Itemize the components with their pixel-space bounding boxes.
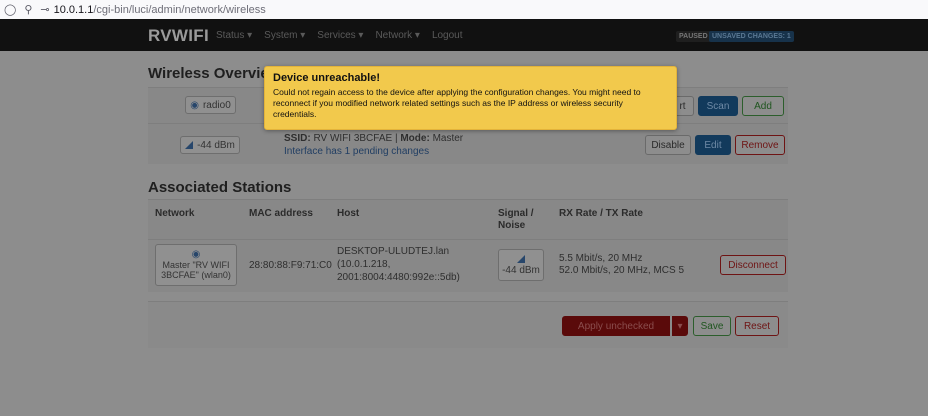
- save-button[interactable]: Save: [693, 316, 731, 336]
- brand-logo[interactable]: RVWIFI: [148, 26, 209, 46]
- top-navbar: RVWIFI Status ▾ System ▾ Services ▾ Netw…: [0, 19, 928, 51]
- associated-stations-title: Associated Stations: [148, 179, 292, 196]
- alert-title: Device unreachable!: [273, 72, 380, 84]
- apply-unchecked-button[interactable]: Apply unchecked: [562, 316, 670, 336]
- wifi-icon: ◉: [190, 99, 199, 111]
- tx-rate: 52.0 Mbit/s, 20 MHz, MCS 5: [559, 265, 685, 276]
- radio-chip: ◉ radio0: [185, 96, 236, 114]
- host-line-3: 2001:8004:4480:992e::5db): [337, 272, 460, 283]
- apply-dropdown-toggle[interactable]: ▾: [672, 316, 688, 336]
- menu-status[interactable]: Status ▾: [216, 30, 252, 41]
- unsaved-changes-badge[interactable]: UNSAVED CHANGES: 1: [709, 31, 794, 42]
- url-host: 10.0.1.1: [53, 3, 94, 16]
- mode-value: Master: [432, 133, 464, 144]
- add-button[interactable]: Add: [742, 96, 784, 116]
- wireless-overview-title: Wireless Overview: [148, 65, 281, 82]
- ssid-label: SSID:: [284, 133, 311, 144]
- actions-bar: [148, 301, 788, 348]
- wifi-icon: ◉: [191, 249, 201, 260]
- disable-button[interactable]: Disable: [645, 135, 691, 155]
- radio-chip-label: radio0: [202, 99, 231, 111]
- remove-button[interactable]: Remove: [735, 135, 785, 155]
- mac-address: 28:80:88:F9:71:C0: [249, 260, 332, 271]
- station-signal-label: -44 dBm: [502, 264, 540, 276]
- col-network: Network: [155, 208, 195, 219]
- signal-icon: [185, 141, 194, 149]
- signal-chip-label: -44 dBm: [197, 139, 235, 151]
- table-row: [148, 239, 788, 292]
- rx-rate: 5.5 Mbit/s, 20 MHz: [559, 253, 643, 264]
- host-line-2: (10.0.1.218,: [337, 259, 391, 270]
- signal-chip: -44 dBm: [180, 136, 240, 154]
- key-icon[interactable]: ⊸: [40, 3, 49, 16]
- menu-services[interactable]: Services ▾: [317, 30, 363, 41]
- reset-button[interactable]: Reset: [735, 316, 779, 336]
- scan-button[interactable]: Scan: [698, 96, 738, 116]
- edit-button[interactable]: Edit: [695, 135, 731, 155]
- network-chip: ◉ Master "RV WIFI 3BCFAE" (wlan0): [155, 244, 237, 286]
- menu-system[interactable]: System ▾: [264, 30, 305, 41]
- col-host: Host: [337, 208, 360, 219]
- pending-changes-note: Interface has 1 pending changes: [284, 146, 430, 157]
- ssid-line: SSID: RV WIFI 3BCFAE | Mode: Master: [284, 133, 464, 144]
- stations-header-row: [148, 199, 788, 240]
- col-rates: RX Rate / TX Rate: [559, 208, 643, 219]
- url-path: /cgi-bin/luci/admin/network/wireless: [93, 3, 266, 16]
- host-line-1: DESKTOP-ULUDTEJ.lan: [337, 246, 450, 257]
- permissions-icon[interactable]: ⚲: [24, 3, 32, 16]
- station-signal-chip: -44 dBm: [498, 249, 544, 281]
- network-chip-label: Master "RV WIFI 3BCFAE" (wlan0): [161, 260, 231, 280]
- device-unreachable-alert: Device unreachable! Could not regain acc…: [264, 66, 677, 130]
- col-signal: Signal / Noise: [498, 208, 534, 231]
- shield-icon[interactable]: ◯: [4, 3, 16, 16]
- disconnect-button[interactable]: Disconnect: [720, 255, 786, 275]
- menu-logout[interactable]: Logout: [432, 30, 463, 41]
- col-mac: MAC address: [249, 208, 313, 219]
- ssid-value: RV WIFI 3BCFAE: [313, 133, 393, 144]
- browser-url-bar[interactable]: ◯ ⚲ ⊸ 10.0.1.1/cgi-bin/luci/admin/networ…: [0, 0, 928, 19]
- menu-network[interactable]: Network ▾: [375, 30, 419, 41]
- chevron-down-icon: ▾: [677, 320, 683, 332]
- mode-label: Mode:: [400, 133, 430, 144]
- signal-icon: [517, 254, 525, 263]
- alert-body: Could not regain access to the device af…: [273, 87, 641, 119]
- paused-badge[interactable]: PAUSED: [676, 31, 711, 42]
- main-menu: Status ▾ System ▾ Services ▾ Network ▾ L…: [216, 30, 463, 41]
